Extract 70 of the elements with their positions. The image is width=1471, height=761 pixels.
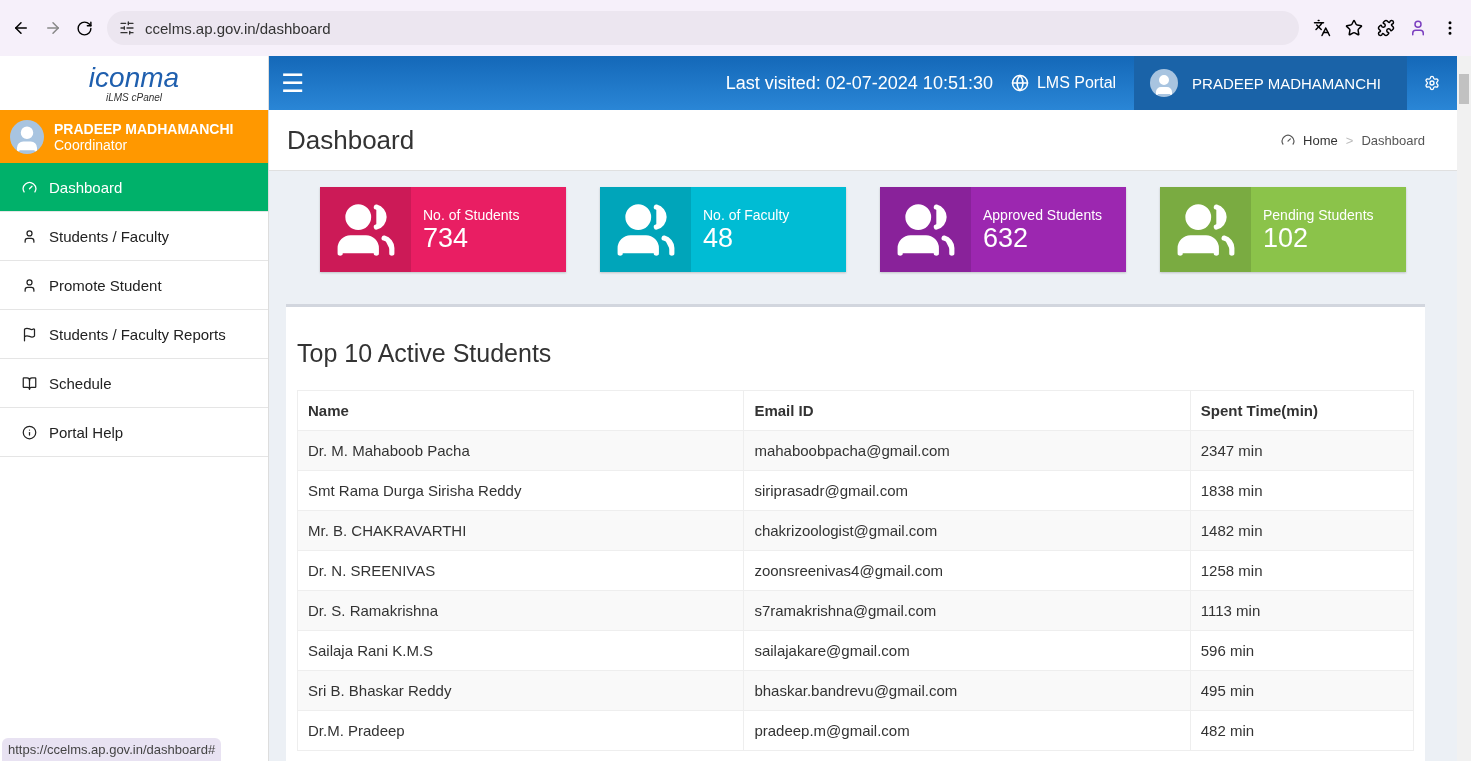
- table-cell: 1258 min: [1190, 550, 1414, 591]
- back-icon[interactable]: [12, 19, 30, 37]
- user-icon: [22, 228, 37, 244]
- table-cell: pradeep.m@gmail.com: [743, 710, 1191, 751]
- logo-subtitle: iLMS cPanel: [105, 91, 163, 103]
- logo-text: iconma: [88, 63, 180, 92]
- stat-label: No. of Faculty: [703, 207, 790, 223]
- profile-name: PRADEEP MADHAMANCHI: [54, 120, 234, 137]
- table-cell: Sri B. Bhaskar Reddy: [297, 670, 744, 711]
- stat-value: 632: [983, 223, 1030, 254]
- column-header: Name: [297, 390, 744, 431]
- info-icon: [22, 424, 37, 440]
- table-cell: Dr. S. Ramakrishna: [297, 590, 744, 631]
- address-bar[interactable]: ccelms.ap.gov.in/dashboard: [107, 11, 1299, 45]
- status-url: https://ccelms.ap.gov.in/dashboard#: [2, 738, 222, 761]
- breadcrumb-link[interactable]: Home: [1303, 132, 1338, 148]
- table-cell: sailajakare@gmail.com: [743, 630, 1191, 671]
- table-cell: bhaskar.bandrevu@gmail.com: [743, 670, 1191, 711]
- portal-link[interactable]: LMS Portal: [1010, 74, 1117, 92]
- site-info-icon[interactable]: [119, 20, 135, 36]
- avatar-icon: [10, 119, 44, 154]
- breadcrumb-separator: >: [1345, 132, 1354, 148]
- table-cell: 495 min: [1190, 670, 1414, 711]
- stat-label: No. of Students: [423, 207, 520, 223]
- table-cell: 1113 min: [1190, 590, 1414, 631]
- bookmark-star-icon[interactable]: [1345, 19, 1363, 37]
- table-cell: chakrizoologist@gmail.com: [743, 510, 1191, 551]
- table-cell: Dr. N. SREENIVAS: [297, 550, 744, 591]
- table-cell: Dr. M. Mahaboob Pacha: [297, 430, 744, 471]
- reload-icon[interactable]: [76, 19, 93, 37]
- profile-icon[interactable]: [1409, 19, 1427, 37]
- table-cell: mahaboobpacha@gmail.com: [743, 430, 1191, 471]
- card-title: Top 10 Active Students: [297, 339, 553, 368]
- stat-value: 102: [1263, 223, 1310, 254]
- stat-value: 48: [703, 223, 735, 254]
- table-cell: Dr.M. Pradeep: [297, 710, 744, 751]
- flag-icon: [22, 326, 37, 342]
- dashboard-icon: [22, 179, 37, 195]
- table-cell: Smt Rama Durga Sirisha Reddy: [297, 470, 744, 511]
- table-cell: 2347 min: [1190, 430, 1414, 471]
- scrollbar[interactable]: [1457, 56, 1471, 761]
- globe-icon: [1010, 74, 1029, 92]
- column-header: Spent Time(min): [1190, 390, 1414, 431]
- dashboard-icon: [1281, 133, 1296, 147]
- table-cell: 1838 min: [1190, 470, 1414, 511]
- profile-role: Coordinator: [54, 136, 129, 153]
- table-cell: zoonsreenivas4@gmail.com: [743, 550, 1191, 591]
- stat-label: Approved Students: [983, 207, 1103, 223]
- table-cell: s7ramakrishna@gmail.com: [743, 590, 1191, 631]
- table-cell: 482 min: [1190, 710, 1414, 751]
- table-cell: siriprasadr@gmail.com: [743, 470, 1191, 511]
- avatar-icon: [1150, 69, 1179, 97]
- user-menu[interactable]: PRADEEP MADHAMANCHI: [1134, 56, 1407, 110]
- last-visited-text: Last visited: 02-07-2024 10:51:30: [725, 72, 993, 94]
- stat-label: Pending Students: [1263, 207, 1374, 223]
- column-header: Email ID: [743, 390, 1191, 431]
- table-cell: Mr. B. CHAKRAVARTHI: [297, 510, 744, 551]
- table-cell: 1482 min: [1190, 510, 1414, 551]
- table-cell: Sailaja Rani K.M.S: [297, 630, 744, 671]
- table-cell: 596 min: [1190, 630, 1414, 671]
- extensions-icon[interactable]: [1377, 19, 1395, 37]
- translate-icon[interactable]: [1313, 19, 1331, 37]
- breadcrumb-current: Dashboard: [1361, 132, 1425, 148]
- settings-icon[interactable]: [1424, 75, 1440, 91]
- book-icon: [22, 375, 37, 391]
- page-title: Dashboard: [287, 124, 415, 156]
- forward-icon[interactable]: [44, 19, 62, 37]
- stat-value: 734: [423, 223, 470, 254]
- user-icon: [22, 277, 37, 293]
- menu-button[interactable]: ☰: [269, 67, 316, 99]
